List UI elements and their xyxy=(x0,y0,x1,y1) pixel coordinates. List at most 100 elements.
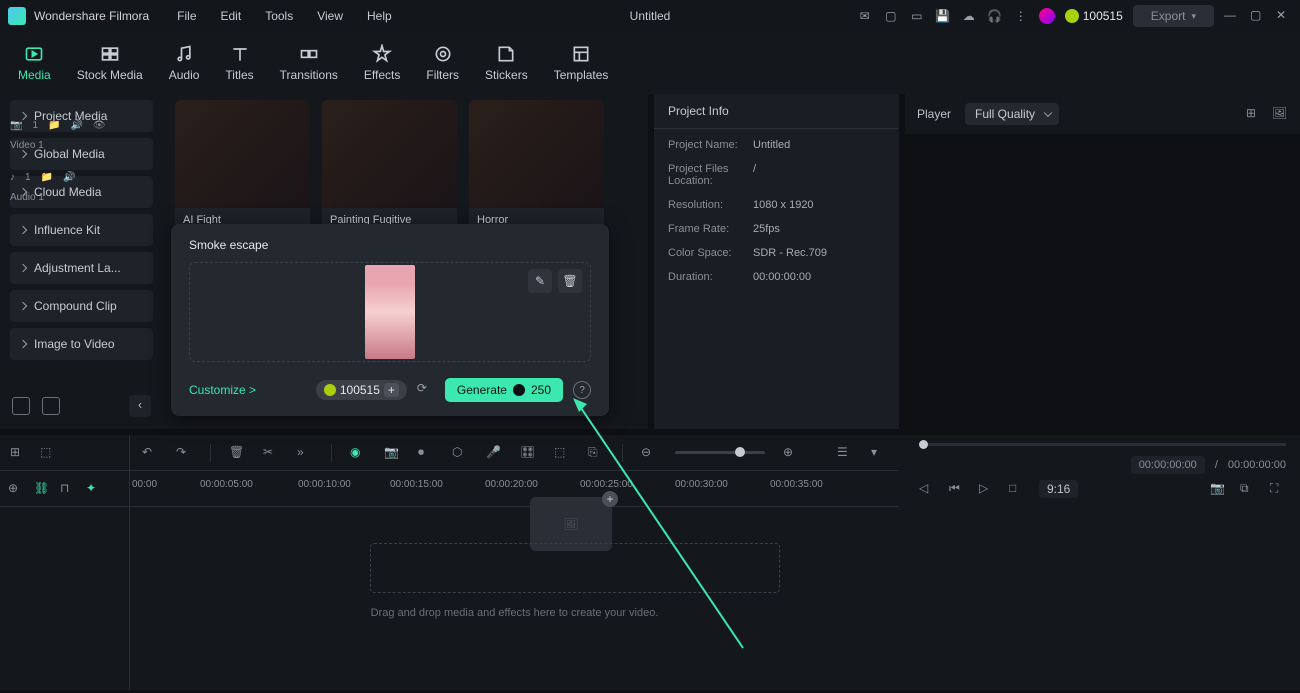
customize-link[interactable]: Customize > xyxy=(189,383,256,397)
aspect-ratio[interactable]: 9:16 xyxy=(1039,480,1078,498)
time-total: 00:00:00:00 xyxy=(1228,459,1286,471)
preview-viewport xyxy=(905,134,1300,429)
refresh-icon[interactable]: ⟳ xyxy=(417,381,435,399)
marker-icon[interactable]: ✦ xyxy=(86,481,102,497)
preview-image xyxy=(365,265,415,359)
send-icon[interactable]: ✉ xyxy=(857,8,873,24)
crop-icon[interactable]: ⬚ xyxy=(554,445,570,461)
export-frame-icon[interactable]: ⎘ xyxy=(588,445,604,461)
mic-icon[interactable]: 🎤 xyxy=(486,445,502,461)
sidebar-compound-clip[interactable]: Compound Clip xyxy=(10,290,153,322)
stop-icon[interactable]: □ xyxy=(1009,481,1025,497)
folder-icon[interactable]: 📁 xyxy=(48,120,60,131)
menu-tools[interactable]: Tools xyxy=(265,9,293,23)
trash-icon[interactable]: 🗑 xyxy=(229,445,245,461)
help-icon[interactable]: ? xyxy=(573,381,591,399)
quality-select[interactable]: Full Quality xyxy=(965,103,1059,125)
list-icon[interactable]: ☰ xyxy=(837,445,853,461)
tab-stock-media[interactable]: Stock Media xyxy=(77,44,143,82)
preview-controls: 00:00:00:00 / 00:00:00:00 ◁ ⏮ ▷ □ 9:16 📷… xyxy=(905,435,1300,495)
shield-icon[interactable]: ⬡ xyxy=(452,445,468,461)
export-button[interactable]: Export▾ xyxy=(1133,5,1214,27)
menu-help[interactable]: Help xyxy=(367,9,392,23)
delete-button[interactable]: 🗑 xyxy=(558,269,582,293)
folder-add-icon[interactable] xyxy=(12,397,30,415)
generate-button[interactable]: Generate250 xyxy=(445,378,563,402)
save-icon[interactable]: 💾 xyxy=(935,8,951,24)
sidebar-influence-kit[interactable]: Influence Kit xyxy=(10,214,153,246)
ai-icon[interactable]: ◉ xyxy=(350,445,366,461)
mixer-icon[interactable]: 🎛 xyxy=(520,445,536,461)
add-track-icon[interactable]: ⊕ xyxy=(8,481,24,497)
edit-button[interactable]: ✎ xyxy=(528,269,552,293)
drop-zone[interactable] xyxy=(370,543,780,593)
record-icon[interactable]: ⏺ xyxy=(418,445,434,461)
preview-panel: Player Full Quality ⊞ 🖼 xyxy=(905,94,1300,429)
compare-icon[interactable]: ⧉ xyxy=(1240,481,1256,497)
tab-effects[interactable]: Effects xyxy=(364,44,400,82)
folder-icon[interactable] xyxy=(42,397,60,415)
image-icon[interactable]: 🖼 xyxy=(1272,106,1288,122)
capture-icon[interactable]: 📷 xyxy=(1210,481,1226,497)
more-icon[interactable]: » xyxy=(297,445,313,461)
volume-icon[interactable]: 🔊 xyxy=(63,172,75,183)
tab-transitions[interactable]: Transitions xyxy=(280,44,338,82)
timeline-tracks[interactable]: 🖼+ Drag and drop media and effects here … xyxy=(130,507,899,687)
coin-icon xyxy=(513,384,525,396)
scrubber[interactable] xyxy=(919,443,1286,446)
step-back-icon[interactable]: ⏮ xyxy=(949,481,965,497)
tab-audio[interactable]: Audio xyxy=(169,44,200,82)
minimize-icon[interactable]: — xyxy=(1224,8,1240,24)
credits-value: 100515 xyxy=(1083,9,1123,23)
cut-icon[interactable]: ✂ xyxy=(263,445,279,461)
main-menu: File Edit Tools View Help xyxy=(177,9,392,23)
sidebar-image-to-video[interactable]: Image to Video xyxy=(10,328,153,360)
cloud-icon[interactable]: ☁ xyxy=(961,8,977,24)
zoom-in-icon[interactable]: ⊕ xyxy=(783,445,799,461)
timeline-ruler[interactable]: 00:00 00:00:05:00 00:00:10:00 00:00:15:0… xyxy=(130,471,899,507)
link-icon[interactable]: ⛓ xyxy=(34,481,50,497)
menu-view[interactable]: View xyxy=(317,9,343,23)
fullscreen-icon[interactable]: ⛶ xyxy=(1270,481,1286,497)
volume-icon[interactable]: 🔊 xyxy=(70,120,82,131)
layout-icon[interactable]: ▢ xyxy=(883,8,899,24)
screen-icon[interactable]: ▭ xyxy=(909,8,925,24)
timeline: ⊞ ⬚ ⊕ ⛓ ⊓ ✦ 📷1📁🔊👁 Video 1 ♪1📁🔊 Audio 1 ↶… xyxy=(0,435,1300,690)
tab-templates[interactable]: Templates xyxy=(554,44,609,82)
app-logo-icon xyxy=(8,7,26,25)
chevron-down-icon[interactable]: ▾ xyxy=(871,445,887,461)
app-name: Wondershare Filmora xyxy=(34,9,149,23)
title-bar: Wondershare Filmora File Edit Tools View… xyxy=(0,0,1300,32)
headphones-icon[interactable]: 🎧 xyxy=(987,8,1003,24)
redo-icon[interactable]: ↷ xyxy=(176,445,192,461)
eye-icon[interactable]: 👁 xyxy=(93,120,106,131)
grid-tool-icon[interactable]: ⊞ xyxy=(10,445,26,461)
time-current: 00:00:00:00 xyxy=(1131,456,1205,474)
selection-tool-icon[interactable]: ⬚ xyxy=(40,445,56,461)
avatar-icon[interactable] xyxy=(1039,8,1055,24)
play-icon[interactable]: ▷ xyxy=(979,481,995,497)
project-info-panel: Project Info Project Name:Untitled Proje… xyxy=(654,94,899,429)
zoom-slider[interactable] xyxy=(675,451,765,454)
close-icon[interactable]: ✕ xyxy=(1276,8,1292,24)
camera-icon[interactable]: 📷 xyxy=(384,445,400,461)
tab-titles[interactable]: Titles xyxy=(225,44,253,82)
sidebar-adjustment-layer[interactable]: Adjustment La... xyxy=(10,252,153,284)
tab-stickers[interactable]: Stickers xyxy=(485,44,528,82)
menu-file[interactable]: File xyxy=(177,9,196,23)
magnet-icon[interactable]: ⊓ xyxy=(60,481,76,497)
prev-icon[interactable]: ◁ xyxy=(919,481,935,497)
player-label: Player xyxy=(917,107,951,121)
notifications-icon[interactable]: ⋮ xyxy=(1013,8,1029,24)
tab-filters[interactable]: Filters xyxy=(426,44,459,82)
folder-icon[interactable]: 📁 xyxy=(41,172,53,183)
tab-media[interactable]: Media xyxy=(18,44,51,82)
maximize-icon[interactable]: ▢ xyxy=(1250,8,1266,24)
zoom-out-icon[interactable]: ⊖ xyxy=(641,445,657,461)
collapse-sidebar-button[interactable]: › xyxy=(129,395,151,417)
grid-icon[interactable]: ⊞ xyxy=(1246,106,1262,122)
credits-badge[interactable]: 100515 xyxy=(1065,9,1123,23)
undo-icon[interactable]: ↶ xyxy=(142,445,158,461)
menu-edit[interactable]: Edit xyxy=(221,9,242,23)
credits-pill[interactable]: 100515+ xyxy=(316,380,407,400)
